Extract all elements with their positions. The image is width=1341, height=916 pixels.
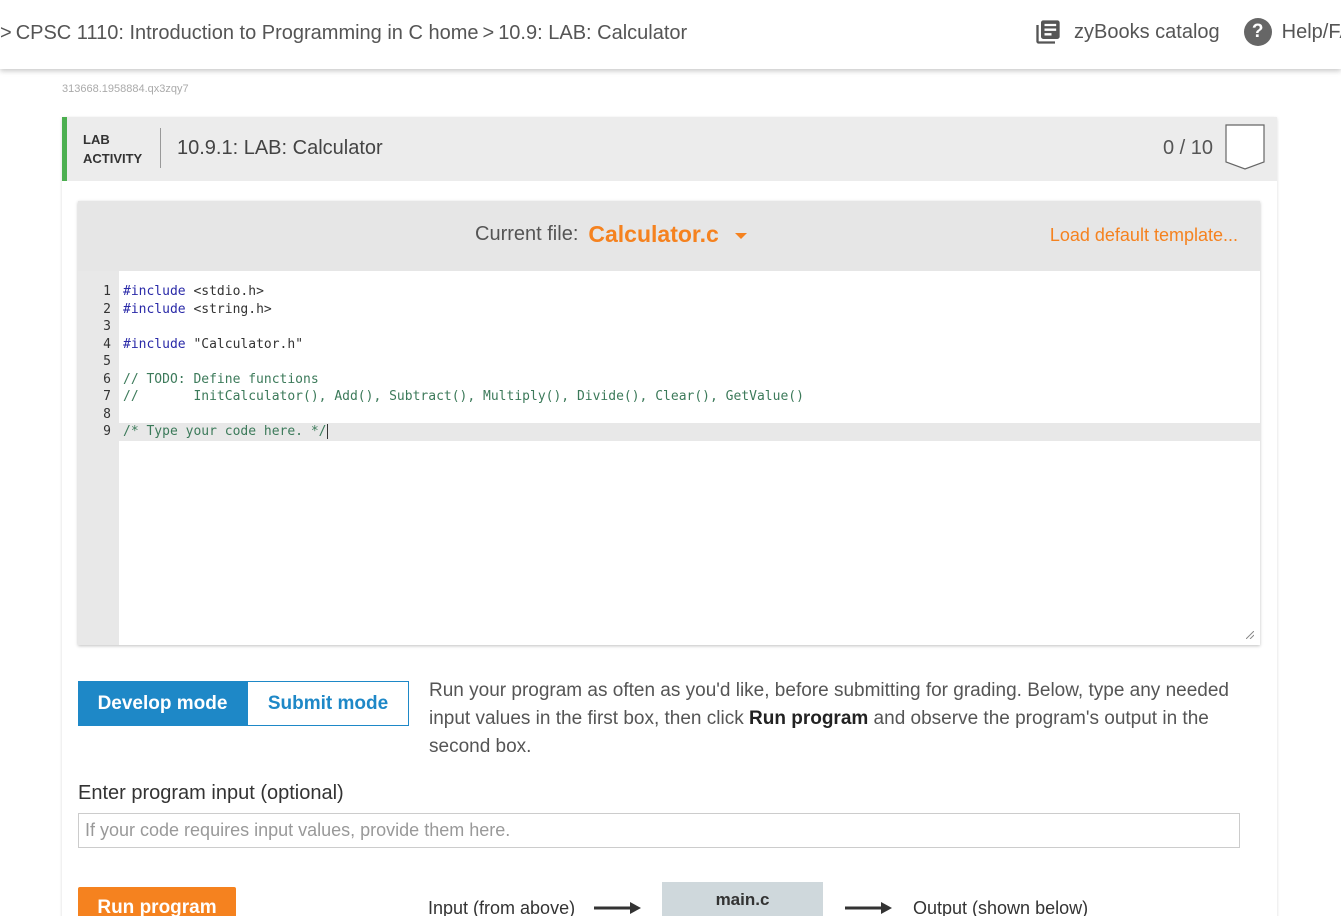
mode-desc-bold: Run program bbox=[749, 708, 869, 729]
current-file-selector[interactable]: Current file: Calculator.c bbox=[475, 221, 747, 248]
code-line[interactable]: 6 // TODO: Define functions bbox=[78, 371, 1260, 389]
code-text: #include "Calculator.h" bbox=[123, 336, 304, 352]
code-line[interactable]: 9 /* Type your code here. */ bbox=[78, 423, 1260, 441]
code-line[interactable]: 8 bbox=[78, 406, 1260, 424]
mode-description: Run your program as often as you'd like,… bbox=[429, 677, 1259, 761]
code-text: #include <string.h> bbox=[123, 301, 272, 317]
lab-tag-line1: LAB bbox=[83, 132, 110, 147]
arrow-right-icon bbox=[845, 902, 892, 914]
code-text: /* Type your code here. */ bbox=[123, 424, 328, 439]
run-program-button[interactable]: Run program bbox=[78, 887, 236, 916]
submit-mode-button[interactable]: Submit mode bbox=[247, 681, 409, 726]
top-bar: > CPSC 1110: Introduction to Programming … bbox=[0, 0, 1341, 69]
text-cursor bbox=[326, 424, 328, 439]
line-number: 8 bbox=[103, 406, 111, 422]
catalog-book-icon[interactable] bbox=[1034, 18, 1062, 46]
editor-header: Current file: Calculator.c Load default … bbox=[78, 201, 1260, 271]
lab-title: 10.9.1: LAB: Calculator bbox=[177, 137, 383, 159]
arrow-right-icon bbox=[594, 902, 641, 914]
line-number: 4 bbox=[103, 336, 111, 352]
line-number: 7 bbox=[103, 389, 111, 404]
code-text: // InitCalculator(), Add(), Subtract(), … bbox=[123, 389, 804, 404]
code-line[interactable]: 5 bbox=[78, 353, 1260, 371]
header-divider bbox=[160, 128, 161, 168]
flow-input-label: Input (from above) bbox=[428, 898, 576, 916]
help-question-icon[interactable]: ? bbox=[1243, 18, 1272, 46]
breadcrumb-course-link[interactable]: CPSC 1110: Introduction to Programming i… bbox=[16, 22, 479, 44]
line-number: 1 bbox=[103, 284, 111, 299]
code-text: // TODO: Define functions bbox=[123, 371, 319, 387]
resource-id: 313668.1958884.qx3zqy7 bbox=[62, 83, 189, 95]
help-faq-link[interactable]: Help/FAQ bbox=[1282, 21, 1341, 44]
line-number: 5 bbox=[103, 354, 111, 369]
current-file-label: Current file: bbox=[475, 223, 579, 245]
flow-output-label: Output (shown below) bbox=[913, 898, 1089, 916]
code-editor: Current file: Calculator.c Load default … bbox=[78, 201, 1260, 645]
completion-badge-icon bbox=[1225, 124, 1265, 170]
lab-activity-tag: LAB ACTIVITY bbox=[83, 130, 142, 168]
load-default-template-link[interactable]: Load default template... bbox=[1050, 225, 1238, 246]
code-line[interactable]: 1 #include <stdio.h> bbox=[78, 283, 1260, 301]
code-lines[interactable]: 1 #include <stdio.h> 2 #include <string.h> 3… bbox=[78, 283, 1260, 441]
develop-mode-button[interactable]: Develop mode bbox=[78, 681, 247, 726]
program-input-field[interactable] bbox=[78, 813, 1240, 848]
breadcrumb-separator: > bbox=[0, 22, 12, 44]
code-text: #include <stdio.h> bbox=[123, 284, 264, 299]
breadcrumb-separator: > bbox=[482, 22, 495, 44]
lab-score: 0 / 10 bbox=[1162, 137, 1213, 159]
line-number: 3 bbox=[103, 319, 111, 334]
line-number: 2 bbox=[103, 301, 111, 317]
main-file-label: main.c bbox=[715, 890, 770, 909]
header-actions: zyBooks catalog ? Help/FAQ bbox=[1034, 18, 1341, 46]
breadcrumb-section-link[interactable]: 10.9: LAB: Calculator bbox=[498, 22, 687, 44]
lab-tag-line2: ACTIVITY bbox=[83, 151, 143, 166]
line-number: 6 bbox=[103, 371, 111, 387]
code-line[interactable]: 2 #include <string.h> bbox=[78, 301, 1260, 319]
current-file-name[interactable]: Calculator.c bbox=[588, 221, 718, 248]
breadcrumb: > CPSC 1110: Introduction to Programming … bbox=[0, 22, 687, 45]
code-line[interactable]: 3 bbox=[78, 318, 1260, 336]
main-file-box: main.c bbox=[662, 882, 823, 916]
code-text-area[interactable]: 1 #include <stdio.h> 2 #include <string.h> 3… bbox=[78, 271, 1260, 645]
code-line[interactable]: 7 // InitCalculator(), Add(), Subtract(),… bbox=[78, 388, 1260, 406]
lab-activity-header: LAB ACTIVITY 10.9.1: LAB: Calculator 0 /… bbox=[62, 117, 1277, 181]
zybooks-catalog-link[interactable]: zyBooks catalog bbox=[1074, 21, 1220, 44]
dropdown-caret-icon[interactable] bbox=[734, 232, 747, 239]
code-line[interactable]: 4 #include "Calculator.h" bbox=[78, 336, 1260, 354]
program-input-label: Enter program input (optional) bbox=[78, 782, 344, 804]
resize-handle-icon[interactable] bbox=[1246, 631, 1254, 639]
mode-toggle: Develop mode Submit mode bbox=[78, 681, 409, 726]
line-number: 9 bbox=[103, 424, 111, 439]
